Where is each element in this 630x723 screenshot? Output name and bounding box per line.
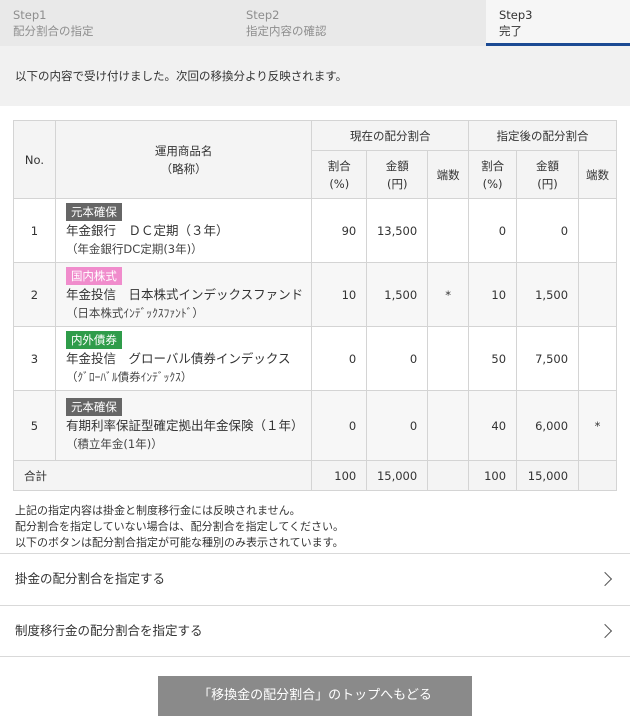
header-new-amount: 金額 (円) <box>516 150 580 199</box>
chevron-right-icon <box>597 623 613 639</box>
step-1-number: Step1 <box>13 8 47 22</box>
header-cur-ratio: 割合 (%) <box>311 150 368 199</box>
category-badge: 元本確保 <box>65 398 122 416</box>
cur-amount: 1,500 <box>366 262 429 327</box>
new-amount: 7,500 <box>516 326 580 391</box>
product-cell: 国内株式 年金投信 日本株式インデックスファンド （日本株式ｲﾝﾃﾞｯｸｽﾌｧﾝ… <box>54 262 313 327</box>
completion-message: 以下の内容で受け付けました。次回の移換分より反映されます。 <box>0 46 630 106</box>
header-current-allocation: 現在の配分割合 <box>311 120 470 151</box>
cur-amount: 0 <box>366 390 429 461</box>
table-row: 2 国内株式 年金投信 日本株式インデックスファンド （日本株式ｲﾝﾃﾞｯｸｽﾌ… <box>13 262 617 327</box>
header-new-fraction: 端数 <box>578 150 617 199</box>
product-name: 年金投信 日本株式インデックスファンド <box>65 287 304 302</box>
step-2-label: 指定内容の確認 <box>246 24 327 38</box>
row-no: 3 <box>13 326 56 391</box>
product-cell: 内外債券 年金投信 グローバル債券インデックス （ｸﾞﾛｰﾊﾞﾙ債券ｲﾝﾃﾞｯｸ… <box>54 326 313 391</box>
total-new-fraction <box>578 460 617 491</box>
header-cur-ratio-l2: (%) <box>329 176 350 191</box>
new-ratio: 10 <box>468 262 518 327</box>
row-no: 1 <box>13 198 56 263</box>
new-fraction <box>578 262 617 327</box>
header-new-ratio-l1: 割合 <box>481 158 505 173</box>
link-label: 掛金の配分割合を指定する <box>15 571 166 586</box>
table-row: 1 元本確保 年金銀行 ＤＣ定期（３年） （年金銀行DC定期(3年)） 90 1… <box>13 198 617 263</box>
total-new-amount: 15,000 <box>516 460 580 491</box>
note-line: 以下のボタンは配分割合指定が可能な種別のみ表示されています。 <box>15 536 344 549</box>
new-ratio: 0 <box>468 198 518 263</box>
new-ratio: 40 <box>468 390 518 461</box>
notes: 上記の指定内容は掛金と制度移行金には反映されません。 配分割合を指定していない場… <box>15 503 344 551</box>
header-cur-amount-l2: (円) <box>386 176 408 191</box>
step-2-number: Step2 <box>246 8 280 22</box>
step-3-label: 完了 <box>499 24 522 38</box>
total-cur-ratio: 100 <box>311 460 368 491</box>
product-name: 有期利率保証型確定拠出年金保険（１年） <box>65 418 304 433</box>
header-cur-ratio-l1: 割合 <box>327 158 351 173</box>
total-label: 合計 <box>12 460 313 491</box>
product-short-name: （積立年金(1年)） <box>65 437 163 451</box>
category-badge: 国内株式 <box>65 267 122 285</box>
new-amount: 1,500 <box>516 262 580 327</box>
table-row: 3 内外債券 年金投信 グローバル債券インデックス （ｸﾞﾛｰﾊﾞﾙ債券ｲﾝﾃﾞ… <box>13 326 617 391</box>
header-product-label: 運用商品名 <box>154 143 213 158</box>
cur-fraction <box>427 198 470 263</box>
header-product: 運用商品名 （略称） <box>54 120 313 199</box>
category-badge: 内外債券 <box>65 331 122 349</box>
header-product-abbr: （略称） <box>160 161 207 176</box>
cur-ratio: 0 <box>311 326 368 391</box>
set-contribution-allocation-link[interactable]: 掛金の配分割合を指定する <box>0 553 630 605</box>
total-row: 合計 100 15,000 100 15,000 <box>12 460 617 491</box>
new-ratio: 50 <box>468 326 518 391</box>
allocation-table: No. 運用商品名 （略称） 現在の配分割合 指定後の配分割合 割合 (%) 金額… <box>12 120 617 491</box>
new-fraction <box>578 198 617 263</box>
back-to-top-button[interactable]: 「移換金の配分割合」のトップへもどる <box>158 676 472 716</box>
header-new-ratio: 割合 (%) <box>468 150 518 199</box>
cur-amount: 0 <box>366 326 429 391</box>
note-line: 配分割合を指定していない場合は、配分割合を指定してください。 <box>15 520 345 533</box>
step-1-label: 配分割合の指定 <box>13 24 94 38</box>
product-cell: 元本確保 有期利率保証型確定拠出年金保険（１年） （積立年金(1年)） <box>54 390 313 461</box>
step-2: Step2 指定内容の確認 <box>246 0 327 46</box>
product-short-name: （日本株式ｲﾝﾃﾞｯｸｽﾌｧﾝﾄﾞ） <box>65 306 204 320</box>
header-new-amount-l2: (円) <box>537 176 558 191</box>
header-new-amount-l1: 金額 <box>536 158 560 173</box>
product-cell: 元本確保 年金銀行 ＤＣ定期（３年） （年金銀行DC定期(3年)） <box>54 198 313 263</box>
product-short-name: （ｸﾞﾛｰﾊﾞﾙ債券ｲﾝﾃﾞｯｸｽ） <box>65 370 193 384</box>
step-3-current: Step3 完了 <box>486 0 630 46</box>
header-cur-amount-l1: 金額 <box>385 158 409 173</box>
header-cur-fraction: 端数 <box>427 150 470 199</box>
header-no: No. <box>13 120 56 199</box>
new-fraction: * <box>578 390 617 461</box>
row-no: 2 <box>13 262 56 327</box>
link-label: 制度移行金の配分割合を指定する <box>15 623 203 638</box>
new-amount: 0 <box>516 198 580 263</box>
new-amount: 6,000 <box>516 390 580 461</box>
total-new-ratio: 100 <box>468 460 518 491</box>
header-new-ratio-l2: (%) <box>482 176 503 191</box>
product-short-name: （年金銀行DC定期(3年)） <box>65 242 203 256</box>
category-badge: 元本確保 <box>65 203 122 221</box>
product-name: 年金銀行 ＤＣ定期（３年） <box>65 223 229 238</box>
step-progress: Step1 配分割合の指定 Step2 指定内容の確認 Step3 完了 <box>0 0 630 46</box>
set-transfer-allocation-link[interactable]: 制度移行金の配分割合を指定する <box>0 605 630 657</box>
cur-ratio: 10 <box>311 262 368 327</box>
total-cur-amount: 15,000 <box>366 460 429 491</box>
cur-fraction <box>427 326 470 391</box>
product-name: 年金投信 グローバル債券インデックス <box>65 351 291 366</box>
header-new-allocation: 指定後の配分割合 <box>468 120 617 151</box>
row-no: 5 <box>13 390 56 461</box>
new-fraction <box>578 326 617 391</box>
cur-amount: 13,500 <box>366 198 429 263</box>
note-line: 上記の指定内容は掛金と制度移行金には反映されません。 <box>15 504 301 517</box>
chevron-right-icon <box>597 571 613 587</box>
header-cur-amount: 金額 (円) <box>366 150 429 199</box>
cur-fraction: * <box>427 262 470 327</box>
cur-ratio: 90 <box>311 198 368 263</box>
step-3-number: Step3 <box>499 8 533 22</box>
step-1: Step1 配分割合の指定 <box>13 0 94 46</box>
table-row: 5 元本確保 有期利率保証型確定拠出年金保険（１年） （積立年金(1年)） 0 … <box>13 390 617 461</box>
cur-ratio: 0 <box>311 390 368 461</box>
cur-fraction <box>427 390 470 461</box>
total-cur-fraction <box>427 460 470 491</box>
